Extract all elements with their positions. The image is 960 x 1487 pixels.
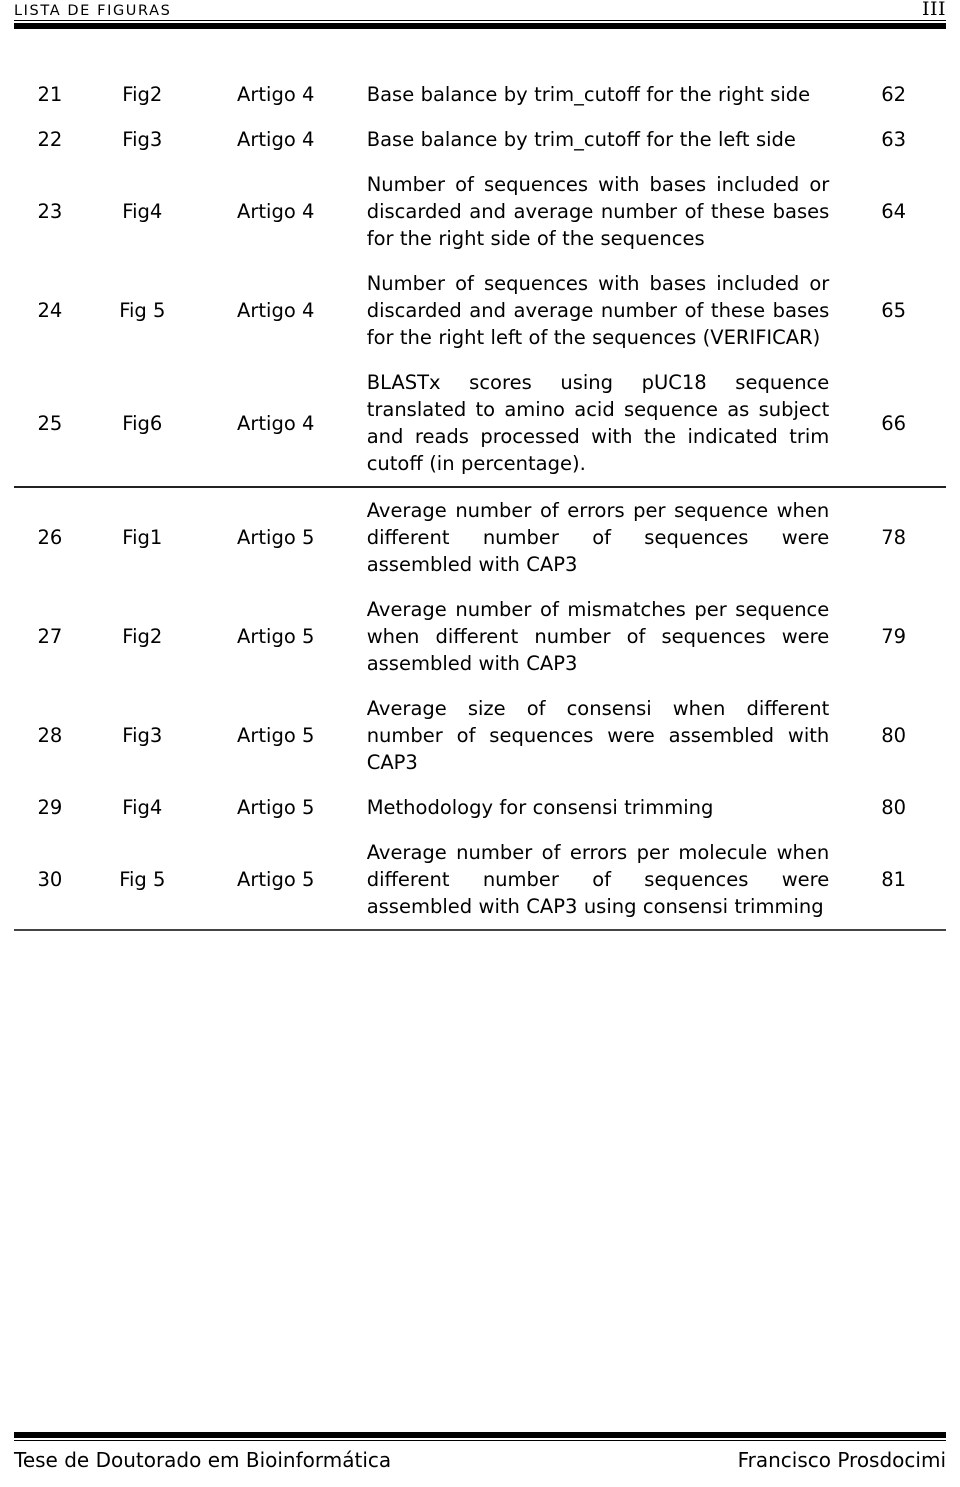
footer-right-text: Francisco Prosdocimi: [737, 1448, 946, 1472]
figure-source-cell: Artigo 4: [237, 83, 315, 106]
figure-index-cell: 27: [37, 625, 63, 648]
figure-label-cell: Fig2: [122, 83, 163, 106]
figure-description-cell: Number of sequences with bases included …: [366, 272, 830, 349]
figure-source-cell: Artigo 5: [237, 724, 315, 747]
footer-row: Tese de Doutorado em Bioinformática Fran…: [14, 1447, 946, 1473]
figure-index-cell: 21: [37, 83, 63, 106]
figure-description-cell: BLASTx scores using pUC18 sequence trans…: [352, 360, 842, 488]
table-row: 25 Fig6 Artigo 4 BLASTx scores using pUC18 …: [14, 360, 946, 488]
figure-description-cell: Number of sequences with bases included …: [366, 173, 830, 250]
figure-description-cell: Methodology for consensi trimming: [366, 796, 714, 819]
figure-page-cell: 63: [881, 128, 907, 151]
table-row: 27 Fig2 Artigo 5 Average number of mismatch…: [14, 587, 946, 686]
figure-description-cell: Average number of mismatches per sequenc…: [366, 598, 830, 675]
figure-description-cell: Average number of errors per molecule wh…: [352, 830, 842, 931]
figure-source-cell: Artigo 5: [237, 526, 315, 549]
figure-label-cell: Fig6: [85, 360, 199, 488]
figure-label-cell: Fig4: [122, 200, 163, 223]
figure-page-cell: 78: [881, 526, 907, 549]
figure-page-cell: 81: [841, 830, 946, 931]
table-row: 21 Fig2 Artigo 4 Base balance by trim_cutof…: [14, 72, 946, 117]
figure-label-cell: Fig4: [122, 796, 163, 819]
figure-index-cell: 24: [37, 299, 63, 322]
figure-index-cell: 25: [14, 360, 86, 488]
figure-source-cell: Artigo 4: [198, 360, 353, 488]
table-row: 24 Fig 5 Artigo 4 Number of sequences with …: [14, 261, 946, 360]
page-footer: Tese de Doutorado em Bioinformática Fran…: [14, 1431, 946, 1474]
figure-label-cell: Fig 5: [85, 830, 199, 931]
figure-label-cell: Fig1: [122, 526, 163, 549]
figure-page-cell: 80: [881, 724, 907, 747]
figure-description-cell: Average number of errors per sequence wh…: [366, 499, 830, 576]
footer-left-text: Tese de Doutorado em Bioinformática: [14, 1448, 392, 1472]
figure-label-cell: Fig3: [122, 724, 163, 747]
running-title: Lista de Figuras: [14, 3, 172, 19]
figure-source-cell: Artigo 5: [237, 796, 315, 819]
figure-source-cell: Artigo 5: [198, 830, 353, 931]
figure-source-cell: Artigo 5: [237, 625, 315, 648]
footer-rule-thin: [14, 1439, 946, 1441]
table-row: 26 Fig1 Artigo 5 Average number of errors p…: [14, 487, 946, 587]
page-header-row: Lista de Figuras III: [14, 0, 946, 19]
figure-index-cell: 23: [37, 200, 63, 223]
figure-page-cell: 65: [881, 299, 907, 322]
figure-page-cell: 79: [881, 625, 907, 648]
figure-description-cell: Base balance by trim_cutoff for the righ…: [366, 83, 811, 106]
figure-page-cell: 62: [881, 83, 907, 106]
figure-index-cell: 22: [37, 128, 63, 151]
figure-source-cell: Artigo 4: [237, 299, 315, 322]
figure-index-cell: 26: [37, 526, 63, 549]
figure-page-cell: 64: [881, 200, 907, 223]
figure-label-cell: Fig 5: [119, 299, 166, 322]
table-row: 22 Fig3 Artigo 4 Base balance by trim_cutof…: [14, 117, 946, 162]
figure-label-cell: Fig3: [122, 128, 163, 151]
header-rule-thick: [14, 22, 946, 29]
table-row: 23 Fig4 Artigo 4 Number of sequences with b…: [14, 162, 946, 261]
figure-description-cell: Base balance by trim_cutoff for the left…: [366, 128, 796, 151]
table-row: 30 Fig 5 Artigo 5 Average number of errors …: [14, 830, 946, 931]
figure-source-cell: Artigo 4: [237, 128, 315, 151]
figure-label-cell: Fig2: [122, 625, 163, 648]
page-header: Lista de Figuras III: [14, 0, 946, 30]
list-of-figures-table: 21 Fig2 Artigo 4 Base balance by trim_cutof…: [14, 72, 946, 931]
page-folio: III: [921, 0, 946, 20]
figure-index-cell: 28: [37, 724, 63, 747]
list-of-figures-body: 21 Fig2 Artigo 4 Base balance by trim_cutof…: [14, 72, 946, 931]
figure-source-cell: Artigo 4: [237, 200, 315, 223]
figure-index-cell: 29: [37, 796, 63, 819]
figure-index-cell: 30: [14, 830, 86, 931]
figure-page-cell: 80: [881, 796, 907, 819]
table-row: 29 Fig4 Artigo 5 Methodology for consensi t…: [14, 785, 946, 830]
figure-page-cell: 66: [841, 360, 946, 488]
table-row: 28 Fig3 Artigo 5 Average size of consensi w…: [14, 686, 946, 785]
figure-description-cell: Average size of consensi when different …: [366, 697, 830, 774]
